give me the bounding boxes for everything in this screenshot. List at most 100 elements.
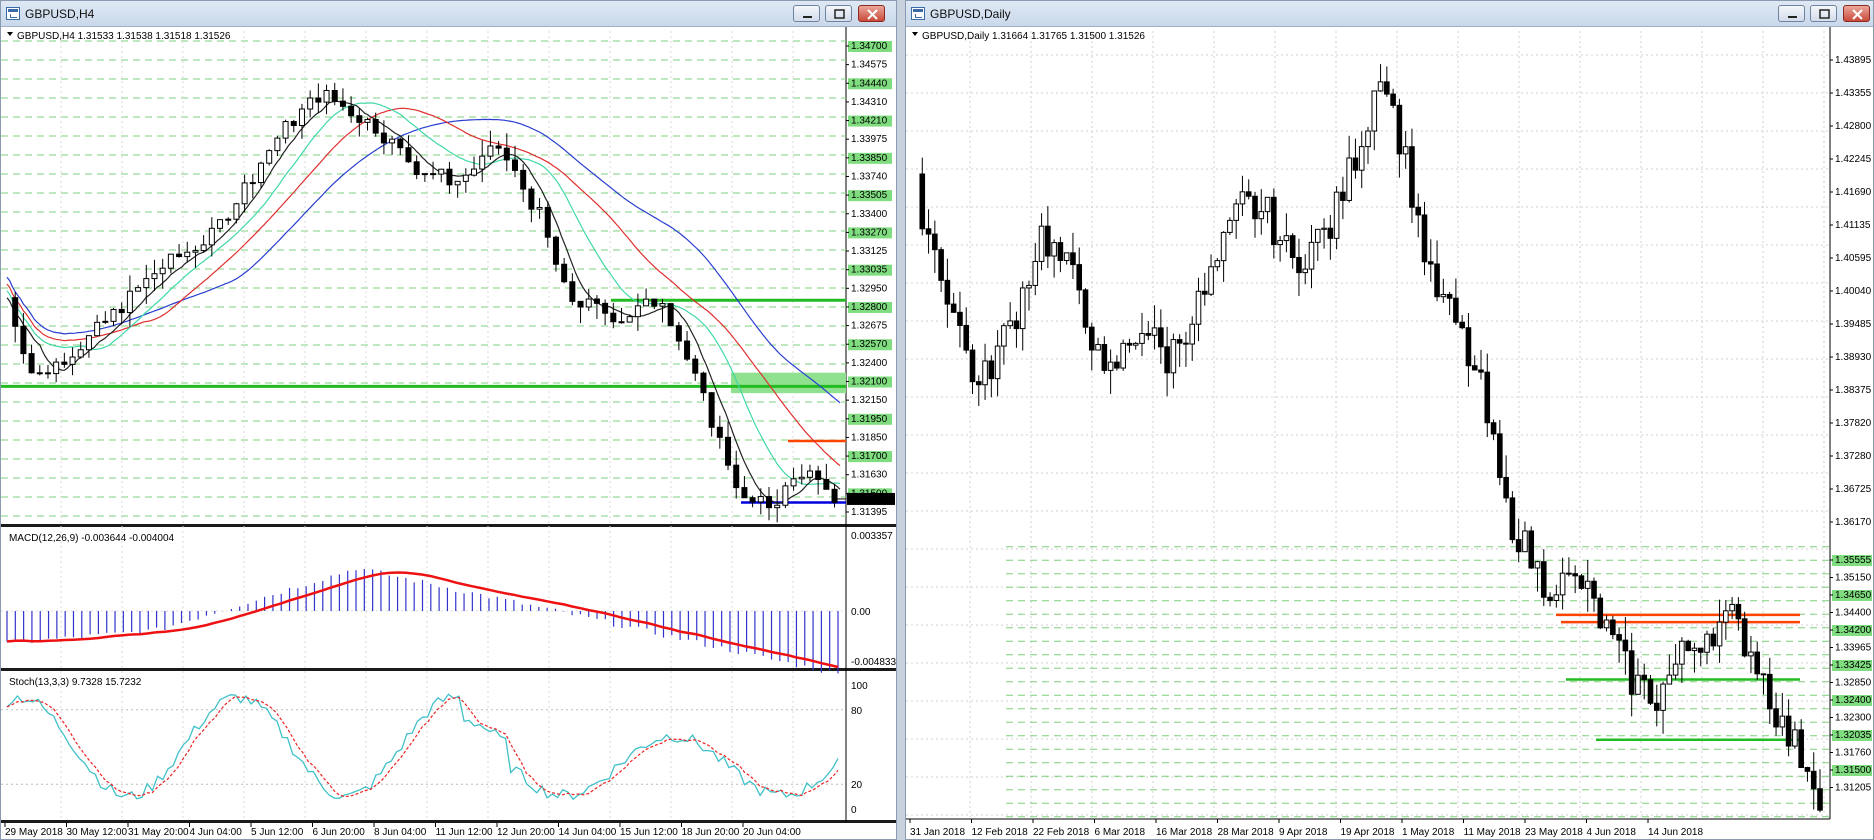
candle-body: [1685, 640, 1691, 652]
candle-body: [1308, 241, 1315, 270]
candle-body: [1465, 327, 1472, 367]
price-axis-label: 1.31950: [851, 414, 888, 425]
minimize-button[interactable]: [1778, 5, 1805, 22]
candle-body: [487, 145, 494, 157]
candle-body: [634, 305, 641, 318]
close-button[interactable]: [1843, 5, 1870, 22]
candle-body: [1101, 344, 1108, 371]
candle-body: [1245, 191, 1252, 197]
candle-body: [1723, 610, 1729, 623]
candle-body: [1045, 225, 1051, 257]
candle-body: [1760, 673, 1767, 676]
chart-area-daily[interactable]: 1.43895 1.43355 1.42800 1.42245 1.41690 1.411…: [906, 27, 1873, 839]
candle-body: [1070, 252, 1076, 266]
candle-body: [1384, 81, 1390, 95]
macd-axis-label: 0.003357: [851, 531, 893, 542]
candle-body: [725, 436, 732, 466]
price-axis-label: 1.41690: [1835, 187, 1872, 198]
candle-body: [1377, 81, 1384, 92]
candle-body: [1227, 219, 1233, 233]
candle-body: [380, 132, 387, 144]
titlebar[interactable]: GBPUSD,Daily: [906, 1, 1873, 27]
price-axis-label: 1.32570: [851, 339, 888, 350]
candle-body: [938, 249, 944, 281]
candle-body: [1371, 90, 1378, 132]
restore-icon: [1819, 9, 1830, 19]
date-axis-label: 14 Jun 2018: [1648, 827, 1703, 838]
titlebar[interactable]: GBPUSD,H4: [1, 1, 896, 27]
candle-body: [1810, 770, 1817, 790]
candle-body: [1233, 203, 1239, 221]
stoch-axis-label: 100: [851, 681, 868, 692]
price-axis-label: 1.34440: [851, 78, 888, 89]
candle-body: [1402, 146, 1409, 155]
price-axis-label: 1.34400: [1835, 608, 1872, 619]
price-axis-label: 1.33965: [1835, 643, 1872, 654]
minimize-button[interactable]: [793, 5, 820, 22]
candle-body: [495, 145, 502, 149]
close-icon: [867, 9, 878, 20]
candle-body: [1057, 242, 1064, 262]
candle-body: [651, 298, 658, 307]
candle-body: [1001, 325, 1007, 347]
candle-body: [969, 349, 976, 383]
price-axis-label: 1.43895: [1835, 55, 1872, 66]
candle-body: [1421, 214, 1428, 263]
candle-body: [135, 287, 142, 292]
candle-body: [1277, 240, 1283, 246]
candle-body: [397, 138, 404, 149]
candle-body: [790, 478, 797, 487]
restore-button[interactable]: [1810, 5, 1837, 22]
price-axis-label: 1.31630: [851, 470, 888, 481]
date-axis-label: 16 Mar 2018: [1156, 827, 1213, 838]
price-axis-label: 1.33740: [851, 171, 888, 182]
candle-body: [1710, 633, 1717, 647]
candle-body: [1817, 788, 1823, 811]
candle-body: [1754, 651, 1761, 675]
candle-body: [1798, 729, 1804, 769]
candle-body: [815, 470, 822, 480]
candle-body: [1434, 263, 1440, 298]
candle-body: [950, 303, 957, 313]
candle-body: [667, 303, 674, 327]
candle-body: [1346, 157, 1352, 201]
candle-body: [167, 253, 174, 269]
candle-body: [1697, 647, 1704, 653]
candle-body: [1076, 264, 1083, 291]
candle-body: [577, 300, 584, 308]
candle-body: [217, 219, 224, 229]
candle-body: [982, 360, 988, 386]
candle-body: [988, 360, 995, 380]
pane-separator: [1, 668, 896, 671]
candle-body: [1497, 433, 1503, 478]
candle-body: [192, 250, 199, 253]
close-button[interactable]: [858, 5, 885, 22]
date-axis-label: 9 Apr 2018: [1279, 827, 1328, 838]
candle-body: [1107, 361, 1114, 371]
price-axis-label: 1.40040: [1835, 286, 1872, 297]
candle-body: [1779, 715, 1786, 728]
candle-body: [1164, 346, 1170, 374]
price-axis-label: 1.31700: [851, 451, 888, 462]
supply-zone: [731, 372, 846, 394]
chart-window-gbpusd-daily[interactable]: GBPUSD,Daily 1.43895 1.43355 1.42800 1.4224…: [905, 0, 1874, 840]
candle-body: [1063, 252, 1070, 262]
candle-body: [1666, 674, 1673, 685]
chart-area-h4[interactable]: 1.34700 1.34575 1.34440 1.34310 1.34210 1.339…: [1, 27, 896, 839]
candle-body: [1716, 621, 1723, 647]
candle-body: [36, 372, 43, 375]
chart-window-gbpusd-h4[interactable]: GBPUSD,H4 1.34700 1.34575 1.34440 1.34310 1.…: [0, 0, 897, 840]
candle-body: [1628, 650, 1635, 695]
date-axis-label: 1 May 2018: [1402, 827, 1455, 838]
chart-window-icon: [911, 7, 925, 20]
stoch-axis-label: 0: [851, 805, 857, 816]
restore-button[interactable]: [825, 5, 852, 22]
candle-body: [1120, 342, 1126, 369]
candle-body: [1748, 651, 1754, 657]
candle-body: [823, 478, 830, 490]
candle-body: [561, 263, 568, 283]
candle-body: [1534, 561, 1541, 569]
price-axis-label: 1.42245: [1835, 154, 1872, 165]
date-axis-label: 8 Jun 04:00: [374, 827, 427, 838]
candle-body: [774, 504, 781, 509]
